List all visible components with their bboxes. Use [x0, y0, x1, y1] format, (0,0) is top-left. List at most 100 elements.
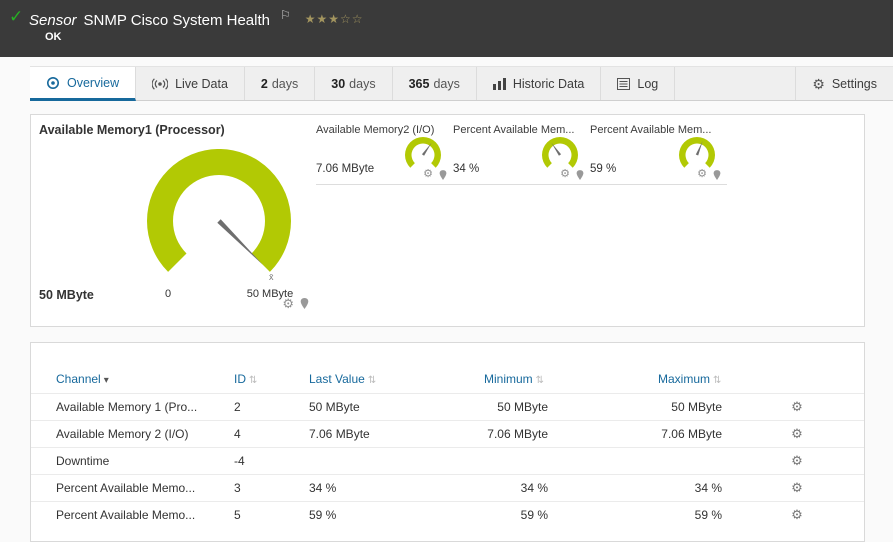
col-id[interactable]: ID⇅ [226, 366, 301, 393]
cell-id: 3 [226, 474, 301, 501]
cell-actions: ⚙ [730, 474, 864, 501]
cell-maximum [650, 447, 730, 474]
cell-spacer [556, 447, 650, 474]
gauge-actions: ⚙ [282, 297, 309, 310]
cell-channel[interactable]: Available Memory 2 (I/O) [31, 420, 226, 447]
overview-icon [46, 76, 60, 90]
channel-settings-icon[interactable]: ⚙ [791, 426, 803, 441]
cell-id: 4 [226, 420, 301, 447]
tab-unit: days [272, 77, 298, 91]
tab-overview[interactable]: Overview [30, 67, 136, 101]
col-spacer [556, 366, 650, 393]
primary-gauge-value: 50 MByte [39, 288, 94, 302]
favorite-rating[interactable]: ★★★☆☆ [305, 12, 364, 26]
average-marker: x̄ [269, 272, 274, 282]
gauge-settings-icon[interactable]: ⚙ [697, 169, 707, 180]
cell-spacer [556, 474, 650, 501]
channel-settings-icon[interactable]: ⚙ [791, 453, 803, 468]
cell-spacer [556, 420, 650, 447]
table-header-row: Channel▾ ID⇅ Last Value⇅ Minimum⇅ Maximu… [31, 366, 864, 393]
channel-row[interactable]: Percent Available Memo... 3 34 % 34 % 34… [31, 474, 864, 501]
cell-minimum: 7.06 MByte [476, 420, 556, 447]
cell-id: -4 [226, 447, 301, 474]
tab-number: 30 [331, 77, 345, 91]
cell-channel[interactable]: Available Memory 1 (Pro... [31, 393, 226, 420]
cell-last-value: 34 % [301, 474, 476, 501]
gauge-scale-min: 0 [153, 288, 183, 300]
channel-row[interactable]: Downtime -4 ⚙ [31, 447, 864, 474]
cell-actions: ⚙ [730, 393, 864, 420]
bar-chart-icon [493, 78, 506, 90]
stars-empty: ☆☆ [340, 12, 364, 26]
gauge-settings-icon[interactable]: ⚙ [282, 297, 294, 310]
cell-maximum: 50 MByte [650, 393, 730, 420]
tab-label: Log [637, 77, 658, 91]
cell-maximum: 34 % [650, 474, 730, 501]
tab-settings[interactable]: ⚙ Settings [795, 67, 893, 100]
cell-minimum: 50 MByte [476, 393, 556, 420]
sort-icon: ⇅ [536, 375, 544, 386]
priority-flag-icon[interactable]: ⚐ [280, 8, 291, 22]
sort-desc-icon: ▾ [104, 375, 109, 386]
log-list-icon [617, 78, 630, 90]
cell-spacer [556, 501, 650, 528]
live-data-icon [152, 78, 168, 90]
col-last-value[interactable]: Last Value⇅ [301, 366, 476, 393]
cell-last-value [301, 447, 476, 474]
tab-unit: days [433, 77, 459, 91]
mini-gauge: Percent Available Mem... 34 % ⚙ [453, 123, 590, 185]
channel-row[interactable]: Percent Available Memo... 5 59 % 59 % 59… [31, 501, 864, 528]
cell-channel[interactable]: Percent Available Memo... [31, 474, 226, 501]
mini-gauge: Available Memory2 (I/O) 7.06 MByte ⚙ [316, 123, 453, 185]
channels-table: Channel▾ ID⇅ Last Value⇅ Minimum⇅ Maximu… [31, 366, 864, 528]
channel-row[interactable]: Available Memory 1 (Pro... 2 50 MByte 50… [31, 393, 864, 420]
cell-spacer [556, 393, 650, 420]
cell-minimum: 34 % [476, 474, 556, 501]
pin-icon[interactable] [576, 170, 584, 180]
tab-label: Overview [67, 76, 119, 90]
tab-live-data[interactable]: Live Data [136, 67, 245, 100]
status-badge: OK [45, 31, 62, 43]
pin-icon[interactable] [713, 170, 721, 180]
page-title: SensorSNMP Cisco System Health⚐★★★☆☆ [29, 8, 364, 29]
col-maximum[interactable]: Maximum⇅ [650, 366, 730, 393]
pin-icon[interactable] [439, 170, 447, 180]
tab-2-days[interactable]: 2 days [245, 67, 315, 100]
cell-channel[interactable]: Percent Available Memo... [31, 501, 226, 528]
sort-icon: ⇅ [713, 375, 721, 386]
cell-actions: ⚙ [730, 447, 864, 474]
cell-last-value: 7.06 MByte [301, 420, 476, 447]
tab-label: Live Data [175, 77, 228, 91]
col-channel[interactable]: Channel▾ [31, 366, 226, 393]
gauge-actions: ⚙ [697, 169, 721, 180]
cell-id: 2 [226, 393, 301, 420]
tab-30-days[interactable]: 30days [315, 67, 392, 100]
status-ok-icon: ✓ [9, 7, 23, 27]
primary-gauge-chart: x̄ [124, 149, 314, 294]
gauge-settings-icon[interactable]: ⚙ [560, 169, 570, 180]
tab-label: Historic Data [513, 77, 585, 91]
gauge-settings-icon[interactable]: ⚙ [423, 169, 433, 180]
pin-icon[interactable] [300, 298, 309, 309]
col-minimum[interactable]: Minimum⇅ [476, 366, 556, 393]
sensor-title: SNMP Cisco System Health [84, 12, 270, 29]
cell-channel[interactable]: Downtime [31, 447, 226, 474]
mini-gauge-value: 7.06 MByte [316, 163, 374, 175]
tab-log[interactable]: Log [601, 67, 675, 100]
cell-minimum [476, 447, 556, 474]
tab-number: 2 [261, 77, 268, 91]
channel-settings-icon[interactable]: ⚙ [791, 507, 803, 522]
sensor-header: ✓ SensorSNMP Cisco System Health⚐★★★☆☆ O… [0, 0, 893, 57]
gauges-panel: Available Memory1 (Processor) x̄ 50 MByt… [30, 114, 865, 327]
mini-gauges: Available Memory2 (I/O) 7.06 MByte ⚙ Per… [316, 123, 727, 318]
gauge-actions: ⚙ [423, 169, 447, 180]
channel-settings-icon[interactable]: ⚙ [791, 480, 803, 495]
tab-historic-data[interactable]: Historic Data [477, 67, 602, 100]
channel-settings-icon[interactable]: ⚙ [791, 399, 803, 414]
tab-365-days[interactable]: 365days [393, 67, 477, 100]
tab-number: 365 [409, 77, 430, 91]
channel-row[interactable]: Available Memory 2 (I/O) 4 7.06 MByte 7.… [31, 420, 864, 447]
sort-icon: ⇅ [249, 375, 257, 386]
gauge-actions: ⚙ [560, 169, 584, 180]
cell-actions: ⚙ [730, 501, 864, 528]
